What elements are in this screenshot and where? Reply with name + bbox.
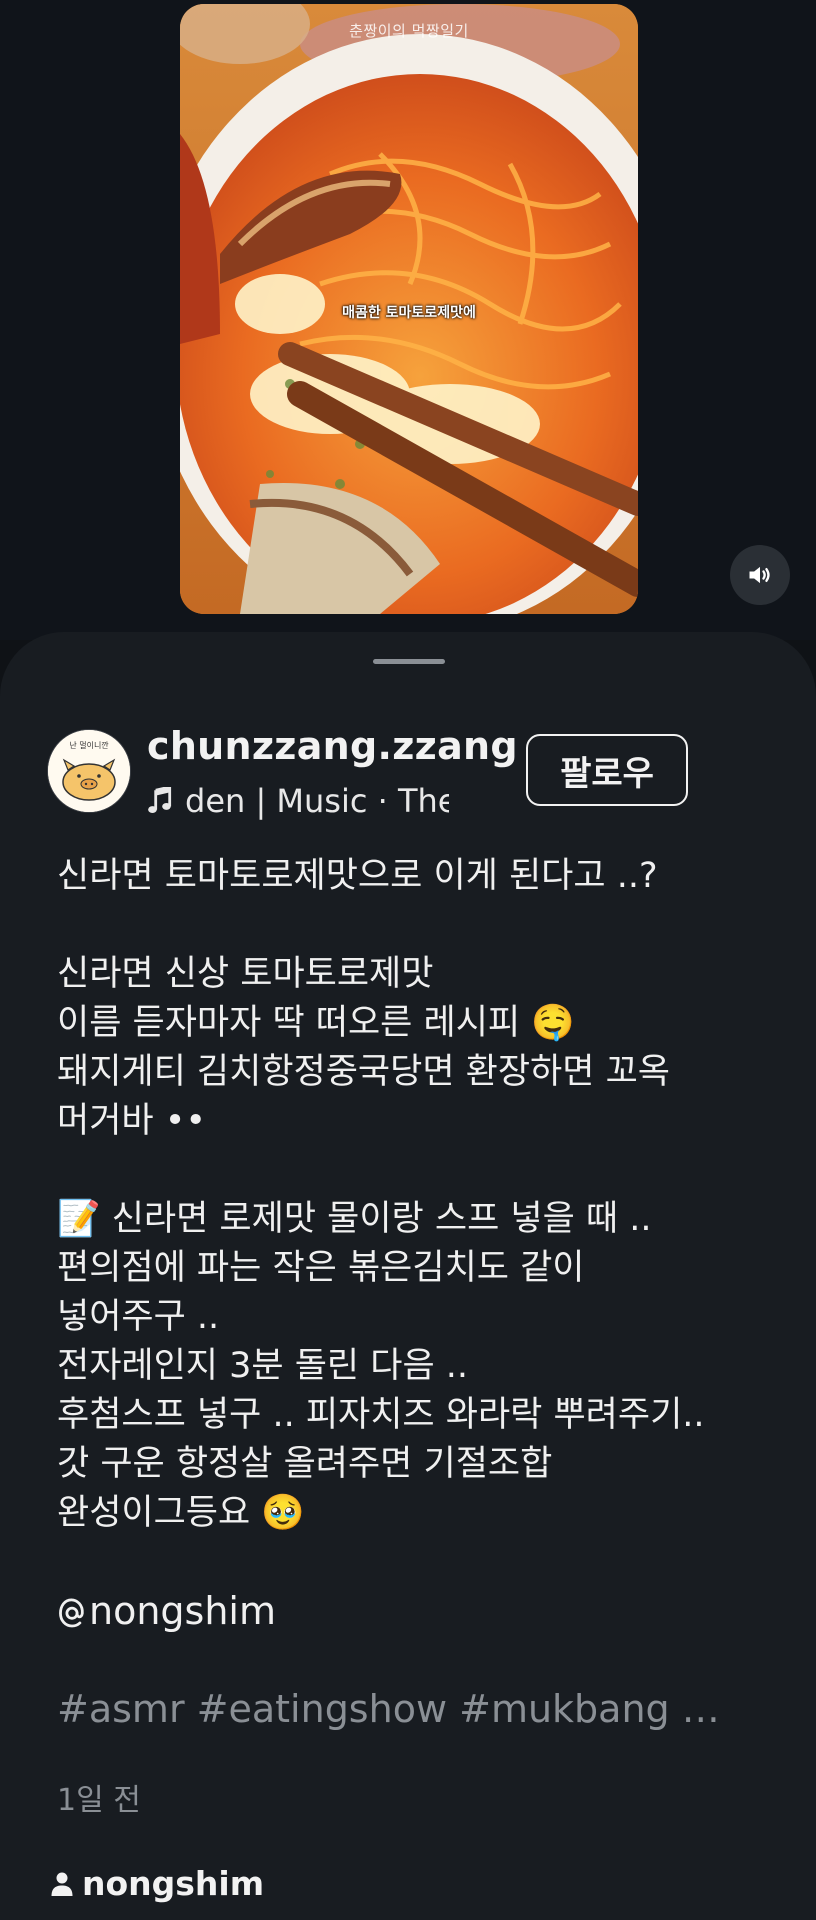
music-attribution[interactable]: den | Music · The	[147, 782, 449, 820]
post-timestamp: 1일 전	[57, 1783, 141, 1818]
speaker-volume-icon	[749, 566, 770, 584]
post-details-sheet: 난 멀이니깐 chunzzang.zzang den | Music · The…	[0, 632, 816, 1920]
avatar[interactable]: 난 멀이니깐	[47, 729, 131, 813]
follow-button[interactable]: 팔로우	[526, 734, 688, 806]
caption-line: 완성이그등요 🥹	[57, 1493, 305, 1533]
sheet-drag-handle[interactable]	[373, 659, 445, 664]
caption-line: 머거바 ••	[57, 1101, 207, 1141]
post-caption: 신라면 토마토로제맛으로 이게 된다고 ..? 신라면 신상 토마토로제맛 이름…	[57, 852, 777, 1734]
caption-line: 📝 신라면 로제맛 물이랑 스프 넣을 때 ..	[57, 1199, 652, 1239]
tagged-user[interactable]: nongshim	[50, 1864, 264, 1903]
caption-line: 후첨스프 넣구 .. 피자치즈 와라락 뿌려주기..	[57, 1395, 705, 1435]
tagged-user-name: nongshim	[82, 1864, 265, 1903]
mute-button[interactable]	[730, 545, 790, 605]
reel-video[interactable]: 춘짱이의 먹짱일기 매콤한 토마토로제맛에	[180, 4, 638, 614]
hashtags[interactable]: #asmr #eatingshow #mukbang …	[57, 1685, 777, 1734]
caption-line: 신라면 토마토로제맛으로 이게 된다고 ..?	[57, 856, 658, 896]
music-note-icon	[147, 787, 173, 815]
person-icon	[50, 1871, 74, 1897]
caption-line: 돼지게티 김치항정중국당면 환장하면 꼬옥	[57, 1052, 670, 1092]
caption-line: 편의점에 파는 작은 볶은김치도 같이	[57, 1248, 585, 1288]
caption-line: 이름 듣자마자 딱 떠오른 레시피 🤤	[57, 1003, 575, 1043]
svg-text:난 멀이니깐: 난 멀이니깐	[69, 740, 109, 750]
mention-text: nongshim	[89, 1589, 276, 1633]
caption-line: 넣어주구 ..	[57, 1297, 220, 1337]
caption-line: 갓 구운 항정살 올려주면 기절조합	[57, 1444, 553, 1484]
music-track-text: den | Music · The	[185, 782, 449, 820]
mention-link[interactable]: nongshim	[57, 1587, 777, 1636]
caption-line: 신라면 신상 토마토로제맛	[57, 954, 434, 994]
video-watermark: 춘짱이의 먹짱일기	[349, 22, 469, 40]
post-username[interactable]: chunzzang.zzang	[147, 724, 518, 768]
caption-line: 전자레인지 3분 돌린 다음 ..	[57, 1346, 469, 1386]
video-subtitle: 매콤한 토마토로제맛에	[342, 305, 476, 321]
threads-at-icon	[57, 1595, 87, 1629]
video-area: 춘짱이의 먹짱일기 매콤한 토마토로제맛에	[0, 0, 816, 640]
cartoon-pig-avatar-icon: 난 멀이니깐	[48, 730, 130, 812]
